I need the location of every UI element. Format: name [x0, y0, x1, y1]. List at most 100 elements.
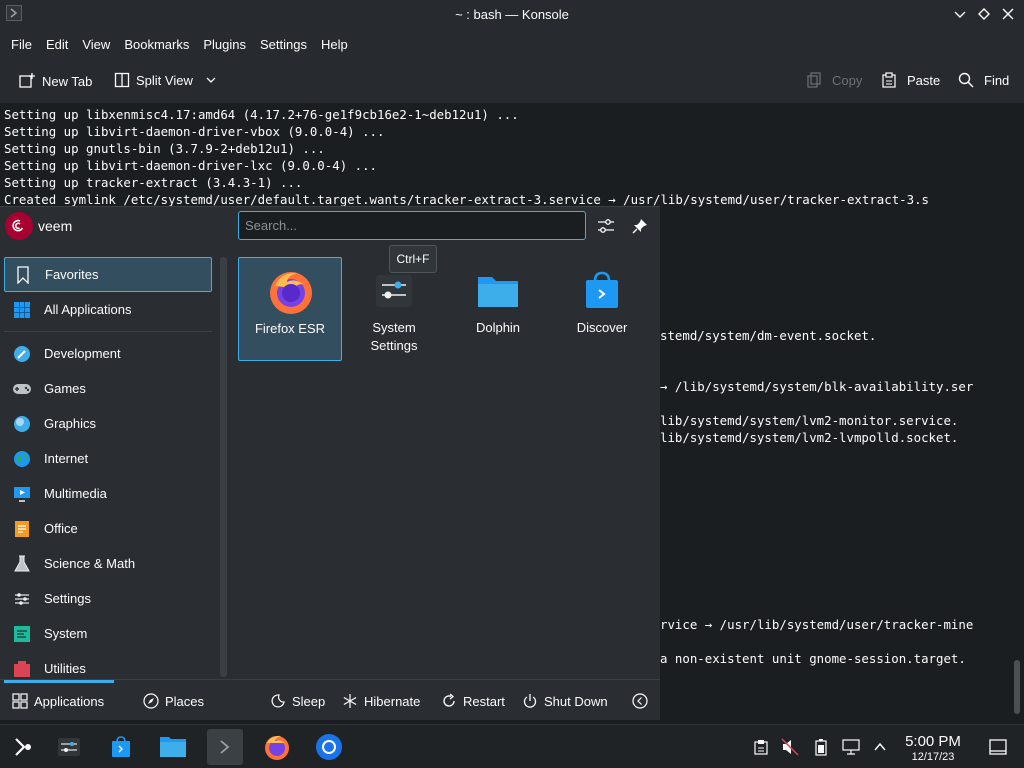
taskbar-discover[interactable]: [103, 729, 139, 765]
taskbar: 5:00 PM 12/17/23: [0, 724, 1024, 768]
tab-applications[interactable]: Applications: [12, 693, 104, 709]
utilities-icon: [12, 659, 32, 679]
multimedia-icon: [12, 484, 32, 504]
restart-button[interactable]: Restart: [441, 693, 505, 709]
search-input[interactable]: Search...: [238, 211, 586, 240]
clipboard-icon[interactable]: [751, 737, 771, 757]
paste-button[interactable]: Paste: [881, 72, 940, 88]
menu-view[interactable]: View: [75, 37, 117, 52]
category-separator: [4, 331, 212, 332]
menu-plugins[interactable]: Plugins: [196, 37, 253, 52]
category-scrollbar[interactable]: [220, 257, 227, 677]
battery-icon[interactable]: [811, 737, 831, 757]
app-firefox-esr[interactable]: Firefox ESR: [238, 257, 342, 361]
split-view-button[interactable]: Split View: [114, 72, 217, 88]
terminal-line: Setting up libvirt-daemon-driver-lxc (9.…: [4, 158, 377, 173]
category-settings[interactable]: Settings: [4, 581, 212, 616]
shutdown-button[interactable]: Shut Down: [522, 693, 608, 709]
clock-date[interactable]: 12/17/23: [900, 751, 966, 763]
category-graphics[interactable]: Graphics: [4, 406, 212, 441]
chevron-left-circle-icon: [632, 693, 648, 709]
copy-button[interactable]: Copy: [806, 72, 862, 88]
category-label: All Applications: [44, 302, 132, 317]
category-label: Favorites: [45, 267, 99, 282]
chevron-down-icon: [206, 77, 216, 83]
snowflake-icon: [343, 694, 357, 708]
office-icon: [12, 519, 32, 539]
close-button[interactable]: [998, 4, 1018, 24]
network-icon[interactable]: [841, 737, 861, 757]
new-tab-button[interactable]: New Tab: [18, 72, 92, 90]
show-desktop-icon[interactable]: [988, 737, 1008, 757]
taskbar-konsole[interactable]: [207, 729, 243, 765]
hibernate-button[interactable]: Hibernate: [342, 693, 420, 709]
app-discover[interactable]: Discover: [550, 257, 654, 361]
terminal-line: Setting up gnutls-bin (3.7.9-2+deb12u1) …: [4, 141, 325, 156]
taskbar-chromium[interactable]: [311, 729, 347, 765]
pin-button[interactable]: [629, 215, 651, 237]
category-development[interactable]: Development: [4, 336, 212, 371]
terminal-line: → /lib/systemd/system/blk-availability.s…: [660, 379, 974, 394]
configure-button[interactable]: [595, 215, 617, 237]
taskbar-system-settings[interactable]: [51, 729, 87, 765]
avatar[interactable]: [5, 212, 33, 240]
category-internet[interactable]: Internet: [4, 441, 212, 476]
chevron-up-icon[interactable]: [870, 737, 890, 757]
menu-bookmarks[interactable]: Bookmarks: [117, 37, 196, 52]
volume-muted-icon[interactable]: [780, 737, 800, 757]
app-label: Discover: [576, 320, 628, 335]
menu-help[interactable]: Help: [314, 37, 355, 52]
pin-icon: [632, 219, 647, 234]
category-utilities[interactable]: Utilities: [4, 651, 212, 680]
app-dolphin[interactable]: Dolphin: [446, 257, 550, 361]
system-icon: [12, 624, 32, 644]
menu-edit[interactable]: Edit: [39, 37, 75, 52]
category-label: Internet: [44, 451, 89, 466]
tab-label: Applications: [34, 693, 105, 709]
maximize-button[interactable]: [974, 4, 994, 24]
terminal-line: a non-existent unit gnome-session.target…: [660, 651, 966, 666]
sliders-icon: [598, 219, 614, 233]
category-label: Settings: [44, 591, 91, 606]
terminal-line: lib/systemd/system/lvm2-monitor.service.: [660, 413, 959, 428]
development-icon: [12, 344, 32, 364]
folder-icon: [160, 737, 186, 757]
application-launcher-button[interactable]: [4, 729, 40, 765]
taskbar-firefox[interactable]: [259, 729, 295, 765]
category-label: Graphics: [44, 416, 97, 431]
app-label: Firefox ESR: [254, 321, 326, 336]
clock-time[interactable]: 5:00 PM: [900, 733, 966, 750]
category-list: Favorites All Applications Development G…: [0, 255, 216, 680]
menu-settings[interactable]: Settings: [253, 37, 314, 52]
leave-options-button[interactable]: [632, 693, 648, 709]
system-settings-icon: [58, 738, 80, 756]
category-science-math[interactable]: Science & Math: [4, 546, 212, 581]
compass-icon: [143, 693, 159, 709]
taskbar-dolphin[interactable]: [155, 729, 191, 765]
terminal-scrollbar[interactable]: [1014, 660, 1020, 714]
search-placeholder: Search...: [245, 218, 298, 233]
terminal-line: Setting up libxenmisc4.17:amd64 (4.17.2+…: [4, 107, 519, 122]
category-office[interactable]: Office: [4, 511, 212, 546]
category-label: Science & Math: [44, 556, 136, 571]
tab-places[interactable]: Places: [143, 693, 204, 709]
category-games[interactable]: Games: [4, 371, 212, 406]
category-favorites[interactable]: Favorites: [4, 257, 212, 292]
find-label: Find: [984, 72, 1010, 88]
sleep-button[interactable]: Sleep: [270, 693, 325, 709]
category-all-applications[interactable]: All Applications: [4, 292, 212, 327]
firefox-icon: [265, 735, 289, 760]
new-tab-label: New Tab: [42, 73, 93, 89]
shutdown-label: Shut Down: [544, 693, 608, 709]
new-tab-icon: [19, 73, 35, 88]
minimize-button[interactable]: [950, 4, 970, 24]
find-button[interactable]: Find: [958, 72, 1009, 88]
grid-apps-icon: [12, 300, 32, 320]
category-system[interactable]: System: [4, 616, 212, 651]
window-title: ~ : bash — Konsole: [455, 7, 569, 22]
terminal-line: Setting up libvirt-daemon-driver-vbox (9…: [4, 124, 385, 139]
menu-file[interactable]: File: [4, 37, 39, 52]
category-multimedia[interactable]: Multimedia: [4, 476, 212, 511]
system-settings-icon: [370, 267, 418, 315]
chromium-icon: [316, 734, 342, 760]
